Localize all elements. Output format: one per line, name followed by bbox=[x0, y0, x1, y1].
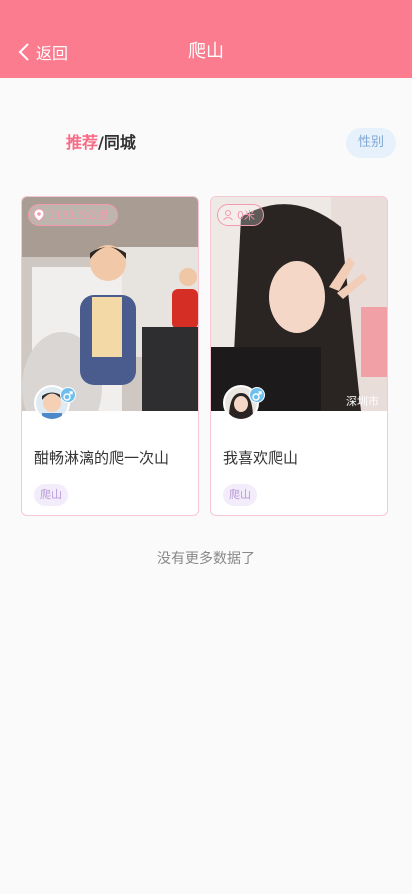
distance-badge: 0米 bbox=[217, 204, 264, 226]
tab-recommend[interactable]: 推荐 bbox=[66, 133, 98, 152]
activity-card[interactable]: 0米 深圳市 我喜欢爬山 爬山 bbox=[210, 196, 388, 516]
distance-text: 0米 bbox=[237, 209, 255, 222]
gender-filter-button[interactable]: 性别 bbox=[346, 128, 396, 158]
activity-card[interactable]: 1181.5公里 酣畅淋漓的爬一次山 爬山 bbox=[21, 196, 199, 516]
activity-tag: 爬山 bbox=[34, 484, 68, 506]
user-icon bbox=[223, 210, 233, 221]
page-title: 爬山 bbox=[188, 41, 224, 62]
tab-group: 推荐/同城 bbox=[66, 132, 136, 154]
male-icon bbox=[60, 387, 76, 403]
activity-tag: 爬山 bbox=[223, 484, 257, 506]
header-bar: 返回 爬山 bbox=[0, 0, 412, 78]
male-icon bbox=[249, 387, 265, 403]
location-pin-icon bbox=[33, 208, 45, 222]
distance-text: 1181.5公里 bbox=[48, 209, 109, 222]
card-title: 酣畅淋漓的爬一次山 bbox=[34, 449, 170, 467]
no-more-data-text: 没有更多数据了 bbox=[157, 551, 255, 567]
tab-same-city[interactable]: 同城 bbox=[104, 133, 136, 152]
city-label: 深圳市 bbox=[346, 395, 379, 408]
card-photo: 1181.5公里 bbox=[22, 197, 198, 411]
card-photo: 0米 深圳市 bbox=[211, 197, 387, 411]
distance-badge: 1181.5公里 bbox=[28, 204, 118, 226]
main-content: 推荐/同城 性别 1181.5公里 酣畅淋漓的爬一次山 爬山 0米 深圳市 我喜… bbox=[0, 78, 412, 894]
card-title: 我喜欢爬山 bbox=[223, 449, 299, 467]
